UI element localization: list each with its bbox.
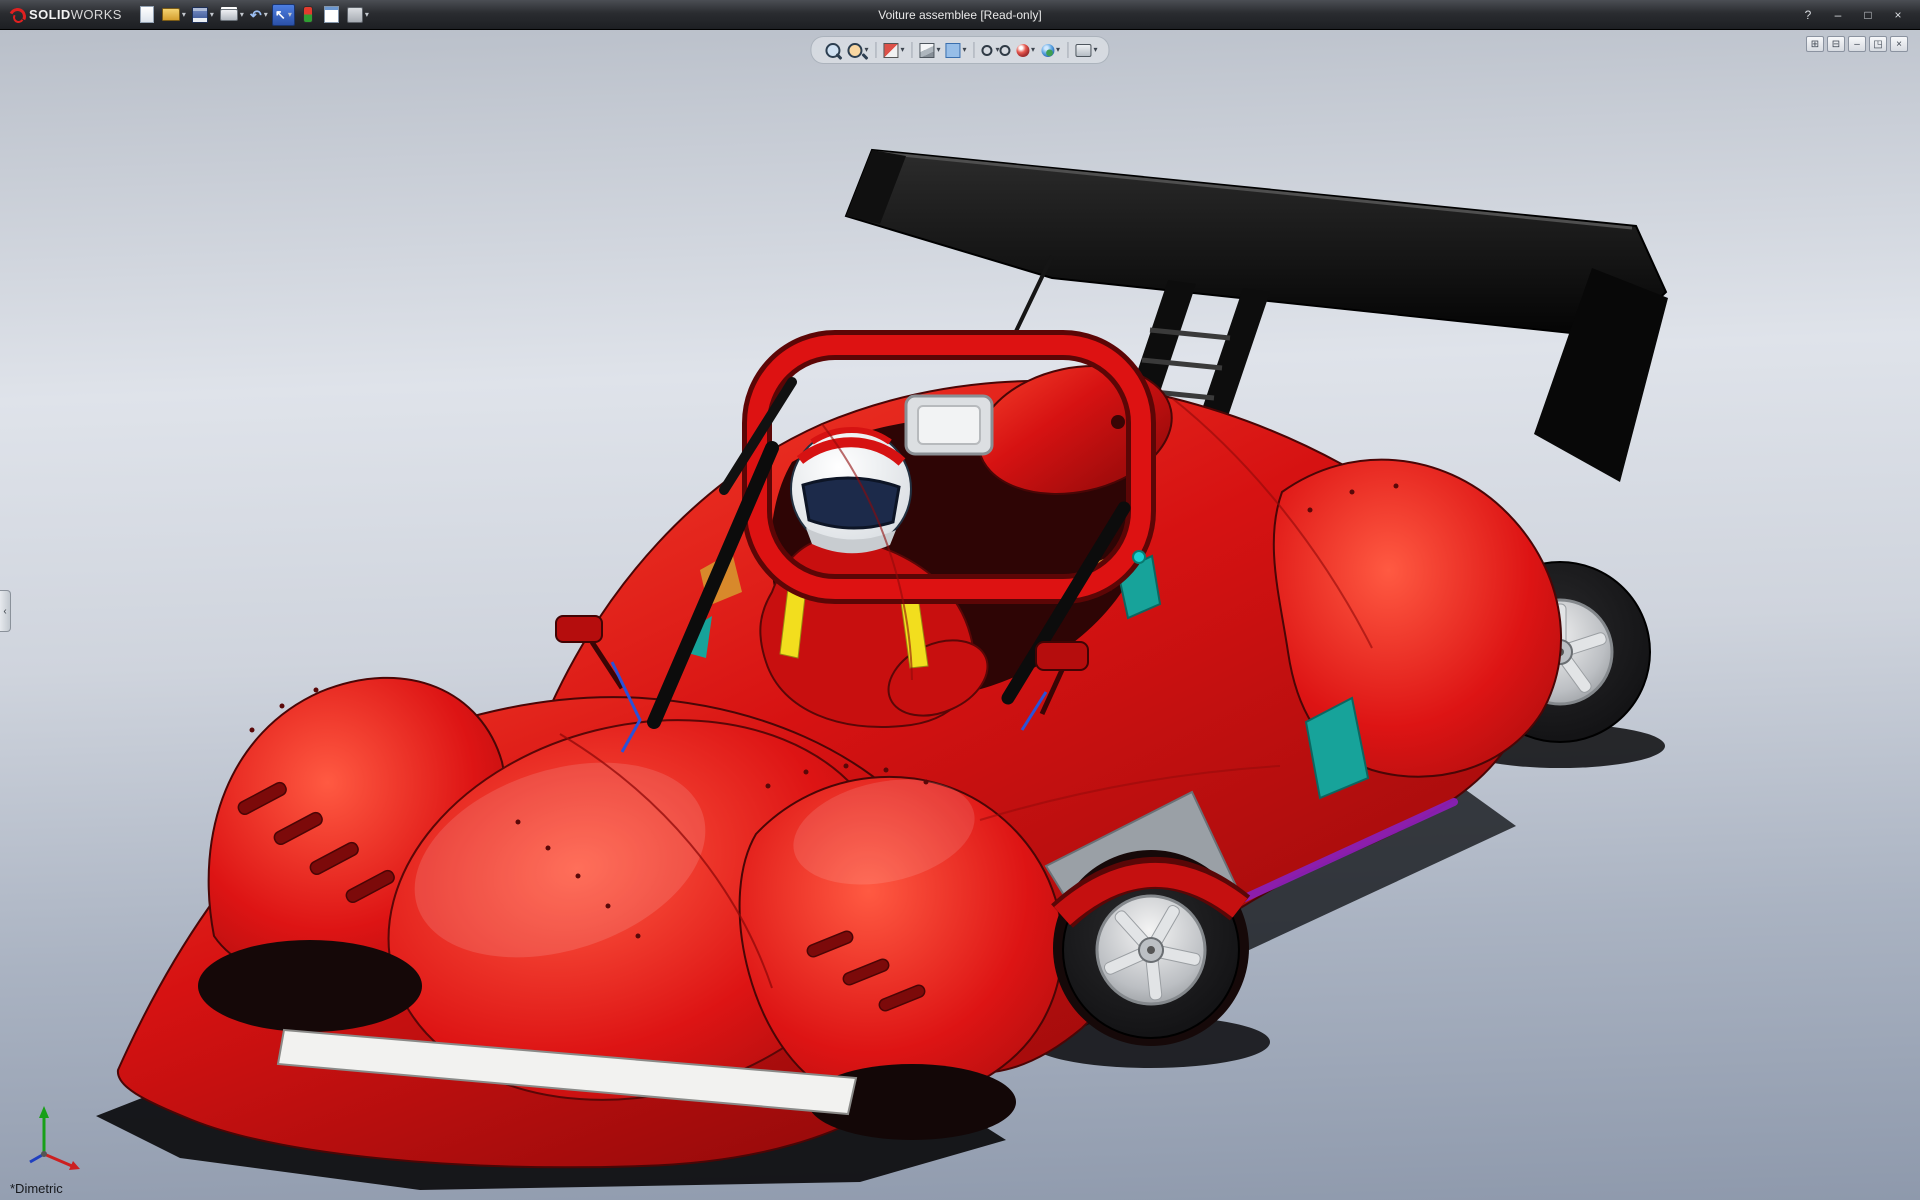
titlebar: SOLIDWORKS ▾▾▾↶▾↖▾▾ Voiture assemblee [R… bbox=[0, 0, 1920, 30]
dropdown-caret-icon: ▾ bbox=[365, 11, 369, 19]
dropdown-caret-icon: ▾ bbox=[240, 11, 244, 19]
main-toolbar: ▾▾▾↶▾↖▾▾ bbox=[136, 4, 371, 26]
dropdown-caret-icon: ▾ bbox=[1056, 46, 1060, 54]
new-document-icon[interactable] bbox=[136, 4, 158, 26]
dropdown-caret-icon: ▾ bbox=[864, 46, 868, 54]
document-window-controls: ⊞⊟–◳× bbox=[1806, 36, 1908, 52]
apply-scene-icon[interactable]: ▾ bbox=[1040, 39, 1062, 61]
save-icon[interactable]: ▾ bbox=[190, 4, 216, 26]
toolbar-separator bbox=[1068, 42, 1069, 58]
dropdown-caret-icon: ▾ bbox=[1031, 46, 1035, 54]
undo-icon[interactable]: ↶▾ bbox=[248, 4, 270, 26]
car-3d-model[interactable] bbox=[0, 30, 1920, 1200]
window-controls: ?–□× bbox=[1794, 5, 1912, 25]
view-settings-icon[interactable]: ▾ bbox=[1075, 39, 1099, 61]
open-document-icon[interactable]: ▾ bbox=[160, 4, 188, 26]
solidworks-logo-icon bbox=[8, 7, 24, 23]
orientation-triad bbox=[14, 1094, 94, 1174]
dropdown-caret-icon: ▾ bbox=[264, 11, 268, 19]
maximize-button[interactable]: □ bbox=[1854, 5, 1882, 25]
doc-minimize-button[interactable]: – bbox=[1848, 36, 1866, 52]
close-button[interactable]: × bbox=[1884, 5, 1912, 25]
heads-up-toolbar: ▾ ▾ ▾ ▾ ▾ ▾ ▾ ▾ bbox=[810, 36, 1109, 64]
logo-text-light: WORKS bbox=[71, 7, 122, 22]
undo-glyph: ↶ bbox=[250, 8, 262, 22]
display-style-icon[interactable]: ▾ bbox=[945, 39, 968, 61]
doc-restore-button[interactable]: ◳ bbox=[1869, 36, 1887, 52]
logo-text-bold: SOLID bbox=[29, 7, 71, 22]
toolbar-separator bbox=[974, 42, 975, 58]
dropdown-caret-icon: ▾ bbox=[936, 46, 940, 54]
select-tool-glyph: ↖ bbox=[275, 8, 286, 21]
options-icon[interactable]: ▾ bbox=[345, 4, 371, 26]
window-title: Voiture assemblee [Read-only] bbox=[878, 8, 1041, 22]
dropdown-caret-icon: ▾ bbox=[1094, 46, 1098, 54]
zoom-to-fit-icon[interactable] bbox=[821, 39, 843, 61]
dropdown-caret-icon: ▾ bbox=[963, 46, 967, 54]
dropdown-caret-icon: ▾ bbox=[900, 46, 904, 54]
file-properties-icon[interactable] bbox=[321, 4, 343, 26]
rebuild-semaphore-icon[interactable] bbox=[297, 4, 319, 26]
toolbar-separator bbox=[911, 42, 912, 58]
doc-close-button[interactable]: × bbox=[1890, 36, 1908, 52]
view-orientation-label: *Dimetric bbox=[10, 1181, 63, 1196]
hide-show-items-icon[interactable]: ▾ bbox=[981, 39, 1012, 61]
viewport-split-button[interactable]: ⊞ bbox=[1806, 36, 1824, 52]
zoom-to-area-icon[interactable]: ▾ bbox=[846, 39, 869, 61]
solidworks-logo: SOLIDWORKS bbox=[8, 7, 122, 23]
edit-appearance-icon[interactable]: ▾ bbox=[1015, 39, 1037, 61]
select-tool-icon[interactable]: ↖▾ bbox=[272, 4, 295, 26]
minimize-button[interactable]: – bbox=[1824, 5, 1852, 25]
section-view-icon[interactable]: ▾ bbox=[882, 39, 905, 61]
dropdown-caret-icon: ▾ bbox=[182, 11, 186, 19]
dropdown-caret-icon: ▾ bbox=[996, 46, 1000, 54]
viewport-single-button[interactable]: ⊟ bbox=[1827, 36, 1845, 52]
dropdown-caret-icon: ▾ bbox=[210, 11, 214, 19]
dropdown-caret-icon: ▾ bbox=[288, 11, 292, 19]
help-button[interactable]: ? bbox=[1794, 5, 1822, 25]
print-icon[interactable]: ▾ bbox=[218, 4, 246, 26]
graphics-viewport[interactable]: ▾ ▾ ▾ ▾ ▾ ▾ ▾ ▾ ⊞⊟–◳× ‹ *Dimetric bbox=[0, 30, 1920, 1200]
app-window: SOLIDWORKS ▾▾▾↶▾↖▾▾ Voiture assemblee [R… bbox=[0, 0, 1920, 1200]
toolbar-separator bbox=[875, 42, 876, 58]
solidworks-logo-text: SOLIDWORKS bbox=[29, 7, 122, 22]
feature-tree-collapse-tab[interactable]: ‹ bbox=[0, 590, 11, 632]
view-orientation-icon[interactable]: ▾ bbox=[918, 39, 941, 61]
